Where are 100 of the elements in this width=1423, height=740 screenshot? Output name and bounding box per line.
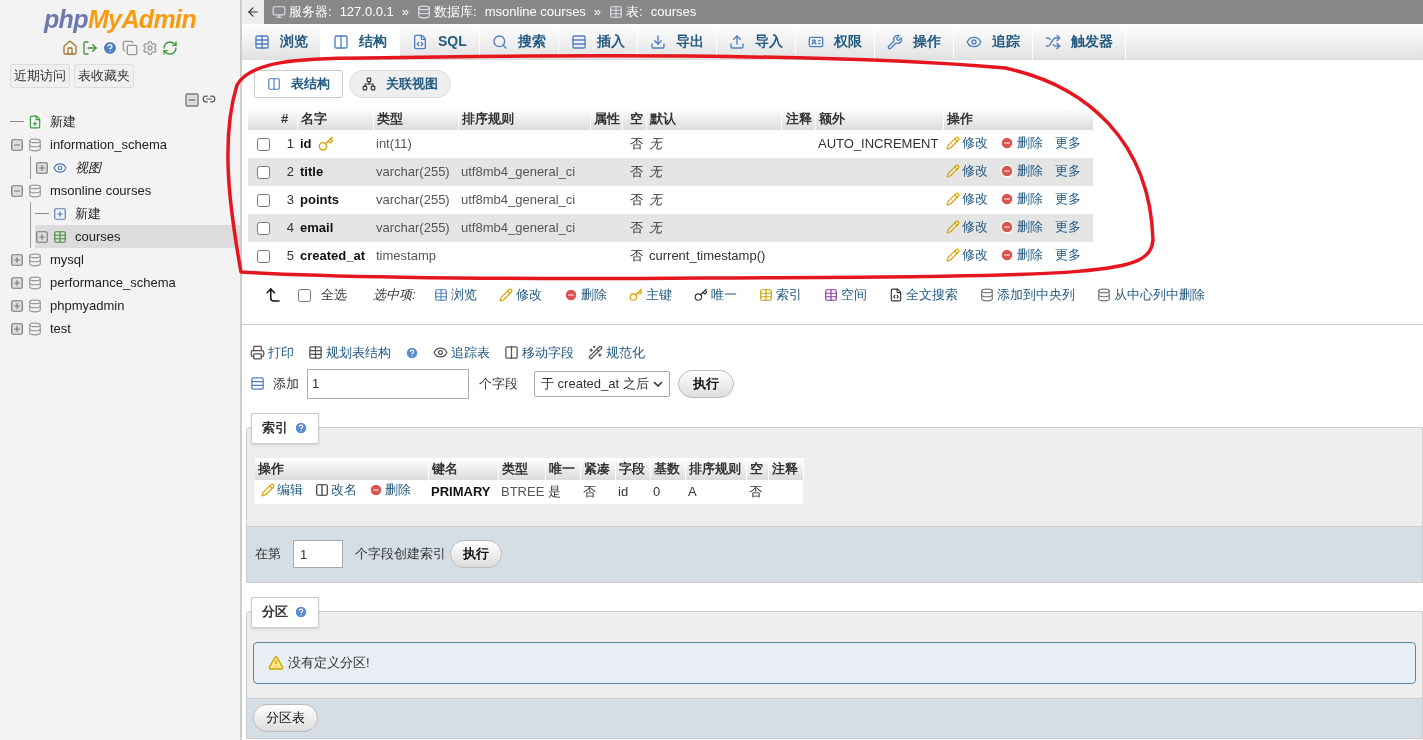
- collapse-all-icon[interactable]: [184, 92, 200, 108]
- nav-tab[interactable]: 搜索: [479, 24, 559, 59]
- section-title: 索引: [262, 419, 288, 438]
- nav-tab[interactable]: SQL: [400, 24, 480, 59]
- edit-link[interactable]: 编辑: [261, 480, 303, 500]
- bulk-action-button[interactable]: 浏览: [433, 285, 477, 305]
- tree-item-link[interactable]: 视图: [75, 157, 101, 178]
- nav-tab[interactable]: 插入: [558, 24, 638, 59]
- expand-toggle-icon[interactable]: [10, 275, 24, 290]
- tree-item-link[interactable]: msonline courses: [50, 180, 152, 201]
- home-icon[interactable]: [62, 40, 78, 56]
- edit-link[interactable]: 修改: [946, 216, 988, 237]
- tool-link[interactable]: 追踪表: [433, 343, 490, 363]
- bulk-action-button[interactable]: 主键: [628, 285, 672, 305]
- expand-toggle-icon[interactable]: [10, 321, 24, 336]
- delete-link[interactable]: 删除: [369, 480, 411, 500]
- nav-tab[interactable]: 导入: [716, 24, 796, 59]
- edit-link[interactable]: 修改: [946, 188, 988, 209]
- delete-link[interactable]: 删除: [1000, 132, 1043, 153]
- collapse-toggle-icon[interactable]: [10, 183, 24, 198]
- breadcrumb-link[interactable]: 数据库: msonline courses: [434, 2, 586, 22]
- bulk-action-button[interactable]: 空间: [823, 285, 867, 305]
- rename-link[interactable]: 改名: [315, 480, 357, 500]
- document-icon[interactable]: [122, 40, 138, 56]
- table-cell: PRIMARY: [428, 479, 498, 504]
- breadcrumb-link[interactable]: 服务器: 127.0.0.1: [289, 2, 394, 22]
- fields-label: 个字段: [479, 374, 518, 393]
- row-checkbox[interactable]: [256, 138, 270, 152]
- edit-link[interactable]: 修改: [946, 244, 988, 265]
- sidebar-button[interactable]: 表收藏夹: [74, 64, 134, 88]
- row-checkbox[interactable]: [256, 222, 270, 236]
- tree-item-link[interactable]: phpmyadmin: [50, 295, 125, 316]
- delete-link[interactable]: 删除: [1000, 160, 1043, 181]
- reload-icon[interactable]: [162, 40, 178, 56]
- sidebar-button[interactable]: 近期访问: [10, 64, 70, 88]
- bulk-action-button[interactable]: 删除: [563, 285, 607, 305]
- sub-tab[interactable]: 关联视图: [349, 70, 451, 98]
- delete-link[interactable]: 删除: [1000, 216, 1043, 237]
- help-icon[interactable]: [294, 421, 308, 435]
- tool-link[interactable]: 打印: [250, 343, 294, 363]
- bulk-action-button[interactable]: 唯一: [693, 285, 737, 305]
- execute-button[interactable]: 执行: [677, 369, 734, 398]
- help-icon[interactable]: [102, 40, 118, 56]
- table-cell: 无: [646, 214, 781, 242]
- nav-tab[interactable]: 追踪: [953, 24, 1033, 59]
- more-link[interactable]: 更多: [1055, 132, 1081, 153]
- expand-toggle-icon[interactable]: [10, 298, 24, 313]
- expand-toggle-icon[interactable]: [35, 160, 49, 175]
- expand-toggle-icon[interactable]: [35, 229, 49, 244]
- nav-tab[interactable]: 触发器: [1032, 24, 1126, 59]
- position-select[interactable]: 于 created_at 之后: [534, 370, 670, 397]
- back-button[interactable]: [242, 0, 264, 24]
- settings-icon[interactable]: [142, 40, 158, 56]
- document-icon: [888, 288, 903, 302]
- tree-item-link[interactable]: 新建: [75, 203, 101, 224]
- more-link[interactable]: 更多: [1055, 160, 1081, 181]
- bulk-action-button[interactable]: 修改: [498, 285, 542, 305]
- tool-link[interactable]: 规范化: [588, 343, 645, 363]
- row-checkbox[interactable]: [256, 194, 270, 208]
- help-icon[interactable]: [405, 345, 419, 360]
- more-link[interactable]: 更多: [1055, 188, 1081, 209]
- delete-link[interactable]: 删除: [1000, 188, 1043, 209]
- logout-icon[interactable]: [82, 40, 98, 56]
- breadcrumb-link[interactable]: 表: courses: [626, 2, 697, 22]
- tree-item-link[interactable]: test: [50, 318, 71, 339]
- help-icon[interactable]: [294, 605, 308, 619]
- row-checkbox[interactable]: [256, 166, 270, 180]
- tree-item-link[interactable]: mysql: [50, 249, 84, 270]
- expand-toggle-icon[interactable]: [10, 252, 24, 267]
- nav-tab[interactable]: 权限: [795, 24, 875, 59]
- bulk-action-button[interactable]: 索引: [758, 285, 802, 305]
- tree-item-link[interactable]: 新建: [50, 111, 76, 132]
- bulk-action-button[interactable]: 添加到中央列: [979, 285, 1075, 305]
- app-logo[interactable]: phpMyAdmin: [43, 4, 197, 34]
- nav-tab[interactable]: 操作: [874, 24, 954, 59]
- field-count-input[interactable]: 1: [307, 368, 469, 399]
- tool-link[interactable]: 规划表结构: [308, 343, 391, 363]
- partition-button[interactable]: 分区表: [253, 704, 318, 732]
- column-count-input[interactable]: 1: [293, 540, 343, 568]
- bulk-action-button[interactable]: 从中心列中删除: [1096, 285, 1205, 305]
- bulk-action-button[interactable]: 全文搜索: [888, 285, 958, 305]
- collapse-toggle-icon[interactable]: [10, 137, 24, 152]
- edit-link[interactable]: 修改: [946, 160, 988, 181]
- delete-link[interactable]: 删除: [1000, 244, 1043, 265]
- tool-link[interactable]: 移动字段: [504, 343, 574, 363]
- tree-item-link[interactable]: performance_schema: [50, 272, 176, 293]
- select-all-checkbox[interactable]: [298, 288, 311, 302]
- table-cell: utf8mb4_general_ci: [458, 158, 590, 186]
- link-icon[interactable]: [202, 92, 216, 106]
- more-link[interactable]: 更多: [1055, 216, 1081, 237]
- tree-item-link[interactable]: information_schema: [50, 134, 168, 155]
- database-icon: [417, 5, 432, 19]
- more-link[interactable]: 更多: [1055, 244, 1081, 265]
- edit-link[interactable]: 修改: [946, 132, 988, 153]
- column-header: 类型: [498, 457, 545, 480]
- table-cell: varchar(255): [373, 158, 458, 186]
- row-checkbox[interactable]: [256, 250, 270, 264]
- execute-button[interactable]: 执行: [450, 540, 502, 568]
- sub-tab[interactable]: 表结构: [254, 70, 343, 98]
- nav-tab[interactable]: 导出: [637, 24, 717, 59]
